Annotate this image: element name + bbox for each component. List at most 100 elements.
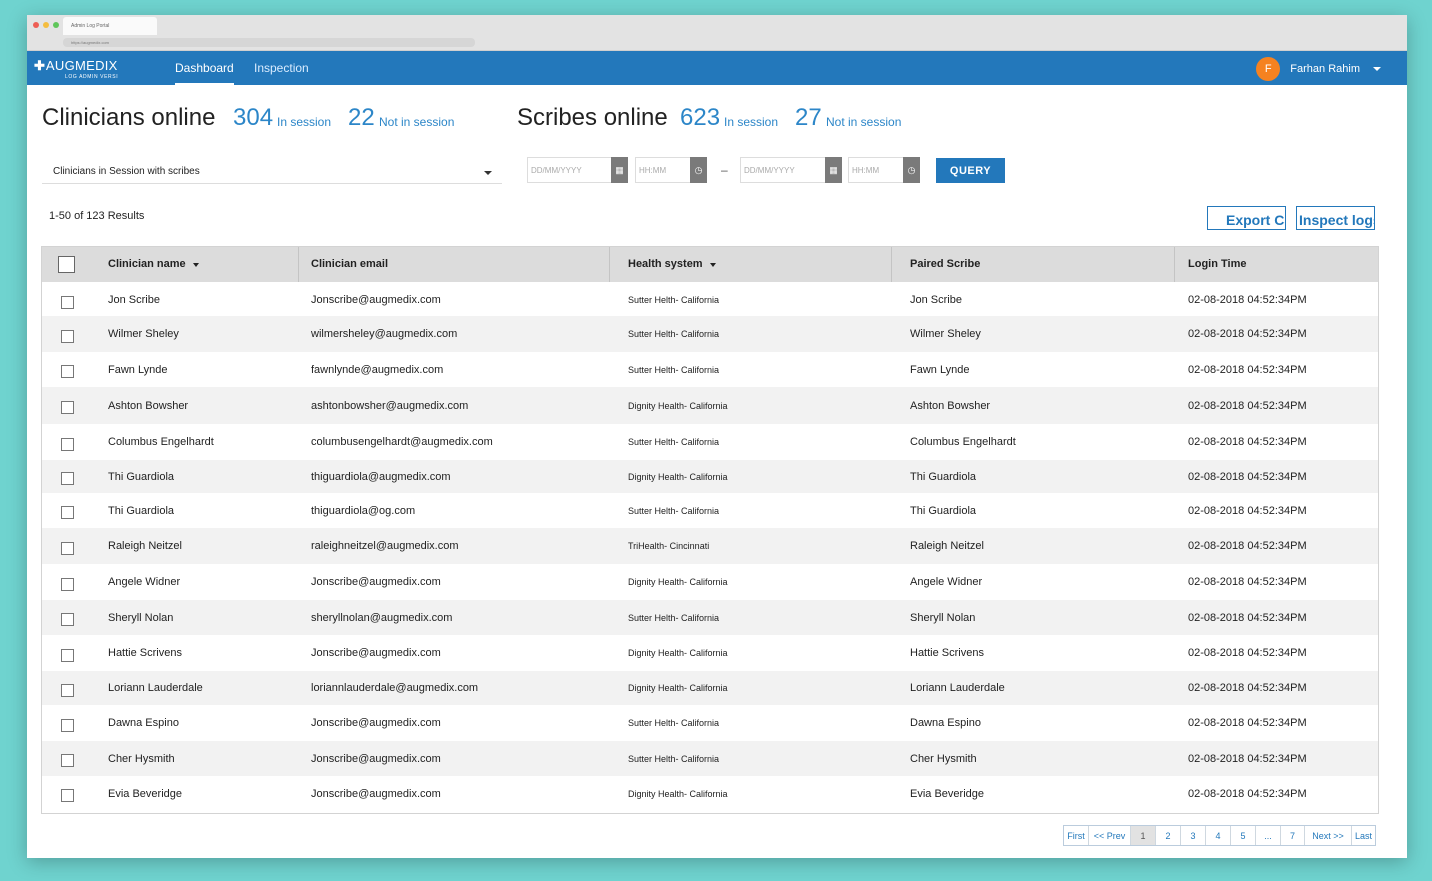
cell-name: Loriann Lauderdale xyxy=(108,682,203,694)
cell-health: Sutter Helth- California xyxy=(628,329,720,339)
clock-icon[interactable]: ◷ xyxy=(690,157,707,183)
row-checkbox[interactable] xyxy=(61,649,74,662)
cell-time: 02-08-2018 04:52:34PM xyxy=(1188,647,1307,659)
page-button-2[interactable]: 2 xyxy=(1156,826,1181,845)
cell-email: fawnlynde@augmedix.com xyxy=(311,363,444,376)
cell-time: 02-08-2018 04:52:34PM xyxy=(1188,787,1307,800)
table-row[interactable]: Wilmer Sheley wilmersheley@augmedix.com Su… xyxy=(42,316,1378,352)
tab-dashboard[interactable]: Dashboard xyxy=(175,51,234,85)
table-row[interactable]: Dawna Espino Jonscribe@augmedix.com Sutter… xyxy=(42,705,1378,741)
cell-scribe: Fawn Lynde xyxy=(910,363,970,376)
table-row[interactable]: Raleigh Neitzel raleighneitzel@augmedix.c… xyxy=(42,528,1378,564)
column-header-health-system[interactable]: Health system xyxy=(628,247,716,282)
row-checkbox[interactable] xyxy=(61,472,74,485)
page-button-7[interactable]: 7 xyxy=(1281,826,1305,845)
cell-name: Thi Guardiola xyxy=(108,504,175,517)
cell-time: 02-08-2018 04:52:34PM xyxy=(1188,328,1307,340)
row-checkbox[interactable] xyxy=(61,365,74,378)
start-date-input[interactable]: DD/MM/YYYY xyxy=(527,157,611,183)
table-row[interactable]: Angele Widner Jonscribe@augmedix.com Digni… xyxy=(42,564,1378,600)
row-checkbox[interactable] xyxy=(61,754,74,767)
query-button[interactable]: QUERY xyxy=(936,158,1005,183)
end-date-input[interactable]: DD/MM/YYYY xyxy=(740,157,825,183)
cell-health: Sutter Helth- California xyxy=(628,295,720,305)
table-row[interactable]: Cher Hysmith Jonscribe@augmedix.com Sutter… xyxy=(42,741,1378,776)
cell-email: raleighneitzel@augmedix.com xyxy=(311,540,459,552)
cell-name: Columbus Engelhardt xyxy=(108,436,214,448)
prev-page-button[interactable]: << Prev xyxy=(1089,826,1131,845)
start-time-input[interactable]: HH:MM xyxy=(635,157,690,183)
row-checkbox[interactable] xyxy=(61,684,74,697)
next-page-button[interactable]: Next >> xyxy=(1305,826,1352,845)
maximize-window-button[interactable] xyxy=(53,22,59,28)
row-checkbox[interactable] xyxy=(61,401,74,414)
row-checkbox[interactable] xyxy=(61,578,74,591)
table-row[interactable]: Fawn Lynde fawnlynde@augmedix.com Sutter H… xyxy=(42,352,1378,387)
column-header-clinician-name[interactable]: Clinician name xyxy=(108,247,199,282)
column-divider xyxy=(609,247,610,282)
row-checkbox[interactable] xyxy=(61,613,74,626)
table-row[interactable]: Ashton Bowsher ashtonbowsher@augmedix.com… xyxy=(42,387,1378,424)
export-csv-button[interactable]: Export CSV xyxy=(1207,206,1286,230)
browser-chrome: Admin Log Portal https://augmedix.com xyxy=(27,15,1407,51)
cell-time: 02-08-2018 04:52:34PM xyxy=(1188,717,1307,729)
table-row[interactable]: Jon Scribe Jonscribe@augmedix.com Sutter H… xyxy=(42,282,1378,318)
first-page-button[interactable]: First xyxy=(1064,826,1089,845)
session-filter-value: Clinicians in Session with scribes xyxy=(53,166,200,177)
cell-email: Jonscribe@augmedix.com xyxy=(311,717,441,729)
close-window-button[interactable] xyxy=(33,22,39,28)
page-button-3[interactable]: 3 xyxy=(1181,826,1206,845)
sort-down-icon xyxy=(192,262,199,267)
cell-health: Dignity Health- California xyxy=(628,400,728,411)
row-checkbox[interactable] xyxy=(61,438,74,451)
calendar-icon[interactable]: ▦ xyxy=(611,157,628,183)
row-checkbox[interactable] xyxy=(61,542,74,555)
tab-inspection[interactable]: Inspection xyxy=(254,51,309,85)
page-button-1[interactable]: 1 xyxy=(1131,826,1156,845)
row-checkbox[interactable] xyxy=(61,296,74,309)
table-row[interactable]: Columbus Engelhardt columbusengelhardt@au… xyxy=(42,424,1378,460)
cell-time: 02-08-2018 04:52:34PM xyxy=(1188,611,1307,624)
table-row[interactable]: Evia Beveridge Jonscribe@augmedix.com Dign… xyxy=(42,776,1378,811)
page-button-4[interactable]: 4 xyxy=(1206,826,1231,845)
calendar-icon[interactable]: ▦ xyxy=(825,157,842,183)
cell-email: Jonscribe@augmedix.com xyxy=(311,576,441,588)
cell-email: columbusengelhardt@augmedix.com xyxy=(311,436,493,448)
select-all-checkbox[interactable] xyxy=(58,256,75,273)
cell-email: thiguardiola@og.com xyxy=(311,504,416,517)
sort-down-icon xyxy=(709,262,716,267)
column-header-paired-scribe[interactable]: Paired Scribe xyxy=(910,247,980,282)
row-checkbox[interactable] xyxy=(61,789,74,802)
column-header-clinician-email[interactable]: Clinician email xyxy=(311,247,388,282)
session-filter-select[interactable]: Clinicians in Session with scribes xyxy=(42,159,502,184)
column-header-login-time[interactable]: Login Time xyxy=(1188,247,1246,282)
augmedix-logo[interactable]: ✚ AUGMEDIX LOG ADMIN VERSI xyxy=(34,58,118,80)
page-button-5[interactable]: 5 xyxy=(1231,826,1256,845)
row-checkbox[interactable] xyxy=(61,719,74,732)
cell-time: 02-08-2018 04:52:34PM xyxy=(1188,540,1307,552)
url-bar[interactable]: https://augmedix.com xyxy=(63,38,475,47)
table-row[interactable]: Thi Guardiola thiguardiola@og.com Sutter H… xyxy=(42,493,1378,528)
table-row[interactable]: Loriann Lauderdale loriannlauderdale@augm… xyxy=(42,671,1378,705)
browser-tab[interactable]: Admin Log Portal xyxy=(63,17,157,35)
last-page-button[interactable]: Last xyxy=(1352,826,1375,845)
table-row[interactable]: Sheryll Nolan sheryllnolan@augmedix.com Su… xyxy=(42,600,1378,635)
inspect-logs-button[interactable]: Inspect logs xyxy=(1296,206,1375,230)
table-row[interactable]: Hattie Scrivens Jonscribe@augmedix.com Dig… xyxy=(42,635,1378,671)
clock-icon[interactable]: ◷ xyxy=(903,157,920,183)
end-time-input[interactable]: HH:MM xyxy=(848,157,903,183)
logo-cross-icon: ✚ xyxy=(34,58,45,73)
cell-time: 02-08-2018 04:52:34PM xyxy=(1188,576,1307,588)
scribes-out-label: Not in session xyxy=(826,115,902,129)
cell-email: wilmersheley@augmedix.com xyxy=(311,328,458,340)
minimize-window-button[interactable] xyxy=(43,22,49,28)
cell-email: Jonscribe@augmedix.com xyxy=(311,752,441,765)
user-menu[interactable]: F Farhan Rahim xyxy=(1256,57,1381,81)
cell-name: Raleigh Neitzel xyxy=(108,540,182,552)
row-checkbox[interactable] xyxy=(61,506,74,519)
clinicians-online-label: Clinicians online xyxy=(42,104,216,131)
cell-time: 02-08-2018 04:52:34PM xyxy=(1188,752,1307,765)
table-row[interactable]: Thi Guardiola thiguardiola@augmedix.com Di… xyxy=(42,460,1378,493)
top-nav: ✚ AUGMEDIX LOG ADMIN VERSI Dashboard Ins… xyxy=(27,51,1407,85)
row-checkbox[interactable] xyxy=(61,330,74,343)
